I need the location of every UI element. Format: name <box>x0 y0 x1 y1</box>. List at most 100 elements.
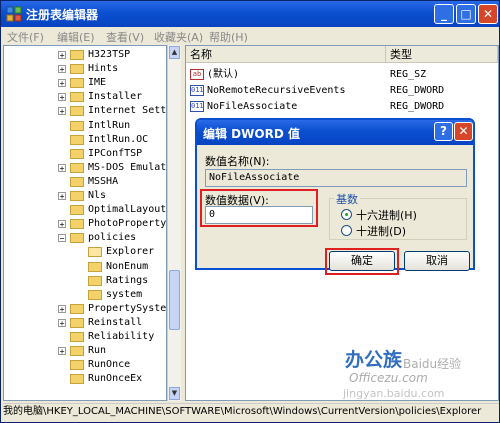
value-name: NoFileAssociate <box>207 101 298 112</box>
value-type: REG_SZ <box>390 69 427 80</box>
expand-icon[interactable]: + <box>58 220 66 229</box>
svg-text:jingyan.baidu.com: jingyan.baidu.com <box>342 387 445 400</box>
dword-value-icon: 011 <box>190 85 204 96</box>
menu-view[interactable]: 查看(V) <box>106 29 144 45</box>
regedit-app-icon <box>6 6 22 22</box>
hex-radio-label[interactable]: 十六进制(H) <box>356 207 417 223</box>
folder-icon <box>70 219 84 230</box>
folder-icon <box>88 275 102 286</box>
base-group-label: 基数 <box>334 191 360 207</box>
expand-icon[interactable]: + <box>58 192 66 201</box>
watermark-logo: 办公族 Baidu经验 Officezu.com jingyan.baidu.c… <box>342 348 461 400</box>
tree-item-label: PropertySystem <box>88 302 167 314</box>
folder-icon <box>88 289 102 300</box>
table-row[interactable]: ab (默认) REG_SZ <box>186 67 498 82</box>
folder-icon <box>70 317 84 328</box>
folder-icon <box>70 346 84 357</box>
expand-icon[interactable]: + <box>58 107 66 116</box>
help-button[interactable]: ? <box>434 122 453 141</box>
menu-favorites[interactable]: 收藏夹(A) <box>154 29 203 45</box>
folder-icon <box>70 205 84 216</box>
scroll-thumb[interactable] <box>169 270 180 330</box>
status-bar: 我的电脑\HKEY_LOCAL_MACHINE\SOFTWARE\Microso… <box>3 403 499 422</box>
expand-icon[interactable]: + <box>58 163 66 172</box>
minimize-button[interactable]: _ <box>434 4 454 24</box>
svg-text:Officezu.com: Officezu.com <box>349 371 428 385</box>
title-bar[interactable]: 注册表编辑器 _ □ ✕ <box>1 1 499 27</box>
tree-item-label: RunOnce <box>88 359 131 371</box>
tree-item-label: NonEnum <box>106 260 149 272</box>
tree-scrollbar[interactable]: ▲ ▼ <box>167 45 181 401</box>
expand-icon[interactable]: + <box>58 79 66 88</box>
value-type: REG_DWORD <box>390 85 445 96</box>
maximize-button[interactable]: □ <box>456 4 476 24</box>
tree-item-label: RunOnceEx <box>88 373 143 385</box>
folder-icon <box>88 247 102 258</box>
tree-item-label: IPConfTSP <box>88 147 143 159</box>
folder-icon <box>70 106 84 117</box>
tree-item-label: Reliability <box>88 331 155 342</box>
dialog-title-bar[interactable]: 编辑 DWORD 值 ? ✕ <box>197 120 473 145</box>
tree-item-label: Installer <box>88 91 143 103</box>
column-header-name[interactable]: 名称 <box>186 46 386 63</box>
tree-item-label: Hints <box>88 63 119 75</box>
hex-radio[interactable] <box>341 209 352 220</box>
expand-icon[interactable]: + <box>58 304 66 313</box>
folder-icon <box>70 134 84 145</box>
tree-item-label: Run <box>88 345 107 357</box>
folder-icon <box>70 120 84 131</box>
folder-icon <box>70 78 84 89</box>
scroll-up-icon[interactable]: ▲ <box>169 46 180 59</box>
tree-item-label: IME <box>88 77 107 89</box>
cancel-button[interactable]: 取消 <box>404 251 470 271</box>
expand-icon[interactable]: + <box>58 65 66 74</box>
expand-icon[interactable]: + <box>58 347 66 356</box>
svg-text:Baidu经验: Baidu经验 <box>403 356 461 371</box>
tree-item-label: H323TSP <box>88 49 131 60</box>
dec-radio[interactable] <box>341 225 352 236</box>
tree-item-label: policies <box>88 232 137 244</box>
close-button[interactable]: ✕ <box>478 4 498 24</box>
value-name-label: 数值名称(N): <box>205 155 270 168</box>
value-type: REG_DWORD <box>390 101 445 112</box>
collapse-icon[interactable]: − <box>58 234 66 243</box>
folder-icon <box>70 162 84 173</box>
folder-icon <box>70 191 84 201</box>
folder-icon <box>70 360 84 371</box>
folder-icon <box>70 303 84 314</box>
tree-item-label: system <box>106 288 143 300</box>
scroll-down-icon[interactable]: ▼ <box>169 387 180 400</box>
folder-icon <box>88 261 102 272</box>
table-row[interactable]: 011 NoRemoteRecursiveEvents REG_DWORD <box>186 83 498 98</box>
expand-icon[interactable]: + <box>58 51 66 60</box>
tree-item-label: OptimalLayout <box>88 204 167 216</box>
string-value-icon: ab <box>190 69 204 80</box>
tree-item-label: IntlRun <box>88 119 131 131</box>
table-row[interactable]: 011 NoFileAssociate REG_DWORD <box>186 99 498 114</box>
value-name: NoRemoteRecursiveEvents <box>207 85 346 96</box>
expand-icon[interactable]: + <box>58 318 66 327</box>
ok-button[interactable]: 确定 <box>329 251 395 271</box>
value-name-field: NoFileAssociate <box>205 169 467 187</box>
menu-file[interactable]: 文件(F) <box>7 29 44 45</box>
value-name: (默认) <box>207 69 240 80</box>
expand-icon[interactable]: + <box>58 93 66 102</box>
tree-item-label: Explorer <box>106 246 155 258</box>
registry-tree[interactable]: + H323TSP + Hints + IME + Installer + Internet Se… <box>3 45 167 401</box>
column-header-type[interactable]: 类型 <box>386 46 498 63</box>
tree-item-label: PhotoPropertyH <box>88 218 167 230</box>
menu-help[interactable]: 帮助(H) <box>209 29 248 45</box>
folder-icon <box>70 92 84 103</box>
folder-icon <box>70 148 84 159</box>
dec-radio-label[interactable]: 十进制(D) <box>356 223 406 239</box>
dialog-title: 编辑 DWORD 值 <box>203 127 300 141</box>
tree-item-label: MS-DOS Emulati <box>88 161 167 173</box>
value-data-input[interactable]: 0 <box>205 206 313 224</box>
folder-icon <box>70 332 84 342</box>
menu-edit[interactable]: 编辑(E) <box>57 29 95 45</box>
tree-item-label: Internet Setti <box>88 105 167 117</box>
dialog-close-button[interactable]: ✕ <box>454 122 473 141</box>
window-title: 注册表编辑器 <box>26 8 99 22</box>
edit-dword-dialog: 编辑 DWORD 值 ? ✕ 数值名称(N): NoFileAssociate … <box>195 118 475 275</box>
folder-icon <box>70 50 84 60</box>
